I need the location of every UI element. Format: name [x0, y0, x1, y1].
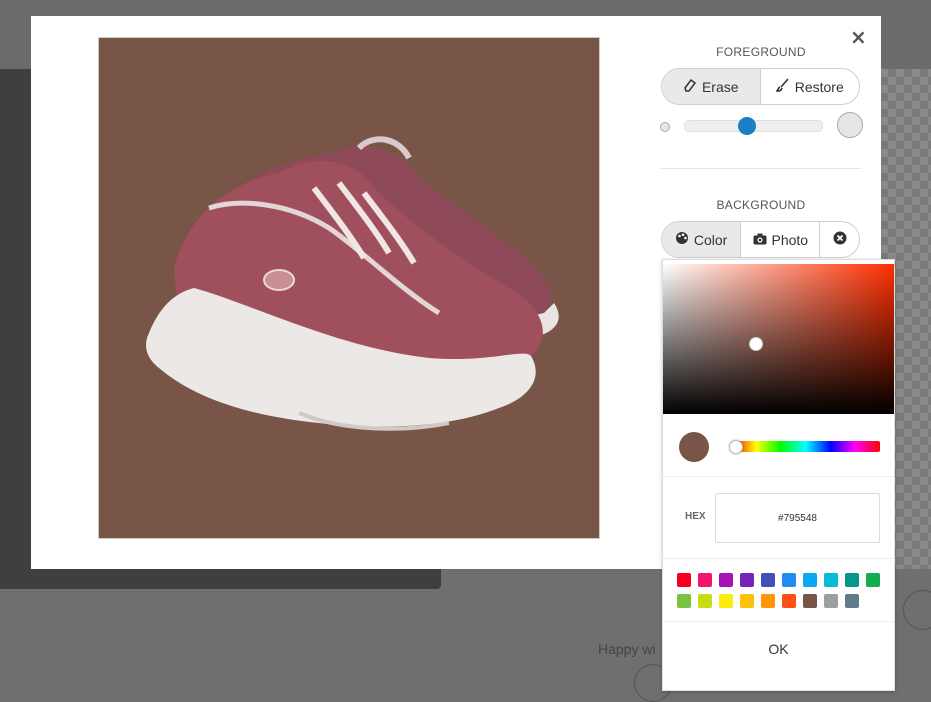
hex-input[interactable]: #795548 [715, 493, 880, 543]
color-swatch[interactable] [782, 573, 796, 587]
background-footer-text: Happy wi [598, 641, 656, 657]
color-swatch[interactable] [845, 594, 859, 608]
color-swatch[interactable] [761, 594, 775, 608]
color-swatch[interactable] [824, 573, 838, 587]
erase-label: Erase [701, 78, 739, 95]
color-swatch[interactable] [803, 573, 817, 587]
color-label: Color [693, 231, 728, 248]
brush-icon [774, 78, 790, 95]
product-image [99, 38, 599, 538]
color-button[interactable]: Color [662, 222, 742, 257]
color-swatch[interactable] [845, 573, 859, 587]
color-swatch[interactable] [698, 573, 712, 587]
color-swatch[interactable] [803, 594, 817, 608]
camera-icon [753, 232, 767, 248]
close-icon[interactable]: × [850, 27, 867, 47]
background-round-button [903, 590, 931, 630]
photo-button[interactable]: Photo [741, 222, 821, 257]
brush-min-indicator [660, 122, 670, 132]
ok-button[interactable]: OK [663, 641, 894, 657]
color-swatch[interactable] [740, 594, 754, 608]
color-swatch[interactable] [677, 594, 691, 608]
photo-label: Photo [771, 231, 809, 248]
brush-size-slider-thumb[interactable] [738, 117, 757, 135]
current-color-preview [679, 432, 709, 462]
color-swatch[interactable] [677, 573, 691, 587]
color-swatch[interactable] [824, 594, 838, 608]
picker-divider-3 [663, 621, 894, 622]
foreground-title: FOREGROUND [716, 45, 806, 59]
color-swatch[interactable] [866, 573, 880, 587]
color-swatch[interactable] [761, 573, 775, 587]
color-swatch[interactable] [719, 573, 733, 587]
hue-slider[interactable] [731, 441, 880, 452]
color-swatch[interactable] [782, 594, 796, 608]
color-picker-popover: HEX #795548 OK [662, 259, 895, 691]
section-divider [661, 168, 861, 169]
restore-button[interactable]: Restore [761, 69, 860, 104]
background-title: BACKGROUND [716, 198, 806, 212]
picker-divider [663, 476, 894, 477]
erase-button[interactable]: Erase [662, 69, 761, 104]
color-swatch[interactable] [740, 573, 754, 587]
clear-circle-icon [833, 231, 847, 248]
foreground-mode-toggle: Erase Restore [661, 68, 860, 105]
palette-icon [675, 231, 689, 248]
restore-label: Restore [794, 78, 844, 95]
remove-background-button[interactable] [820, 222, 859, 257]
eraser-icon [683, 78, 697, 95]
color-swatch[interactable] [719, 594, 733, 608]
color-swatch[interactable] [698, 594, 712, 608]
saturation-value-area[interactable] [663, 264, 894, 414]
hex-label: HEX [685, 511, 706, 522]
saturation-value-handle[interactable] [749, 337, 763, 351]
picker-divider-2 [663, 558, 894, 559]
brush-max-indicator [837, 112, 863, 138]
image-canvas[interactable] [98, 37, 600, 539]
background-mode-toggle: Color Photo [661, 221, 860, 258]
